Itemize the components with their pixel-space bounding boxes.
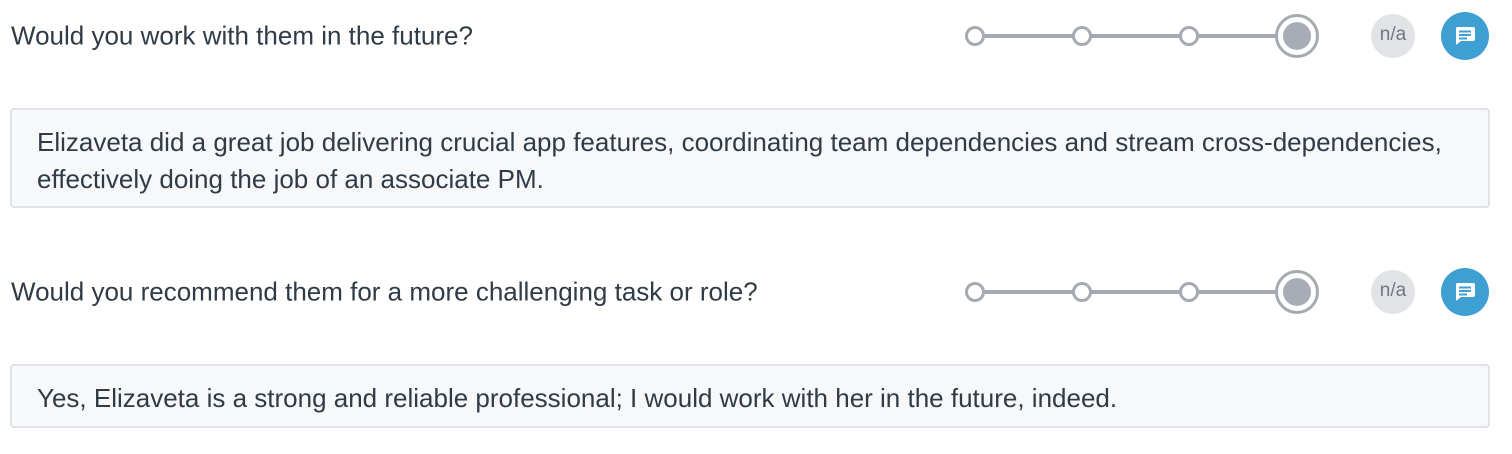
rating-option-4-selected[interactable] [1275,14,1319,58]
rating-scale-track [976,34,1298,38]
comment-icon [1455,283,1475,301]
question-label: Would you recommend them for a more chal… [11,276,758,307]
answer-text: Yes, Elizaveta is a strong and reliable … [37,383,1118,413]
rating-option-3[interactable] [1179,26,1199,46]
comment-button[interactable] [1441,268,1489,316]
question-row-recommend: Would you recommend them for a more chal… [0,256,1512,328]
answer-text: Elizaveta did a great job delivering cru… [37,127,1442,194]
rating-option-1[interactable] [965,26,985,46]
comment-button[interactable] [1441,12,1489,60]
rating-option-1[interactable] [965,282,985,302]
rating-scale[interactable] [960,0,1330,72]
not-applicable-button[interactable]: n/a [1371,270,1415,314]
rating-scale-track [976,290,1298,294]
rating-option-2[interactable] [1072,282,1092,302]
rating-option-3[interactable] [1179,282,1199,302]
answer-text-box: Elizaveta did a great job delivering cru… [10,108,1490,208]
rating-option-2[interactable] [1072,26,1092,46]
rating-option-4-selected[interactable] [1275,270,1319,314]
rating-scale[interactable] [960,256,1330,328]
question-row-future-work: Would you work with them in the future? … [0,0,1512,72]
answer-text-box: Yes, Elizaveta is a strong and reliable … [10,364,1490,428]
not-applicable-button[interactable]: n/a [1371,14,1415,58]
question-label: Would you work with them in the future? [11,20,473,51]
comment-icon [1455,27,1475,45]
